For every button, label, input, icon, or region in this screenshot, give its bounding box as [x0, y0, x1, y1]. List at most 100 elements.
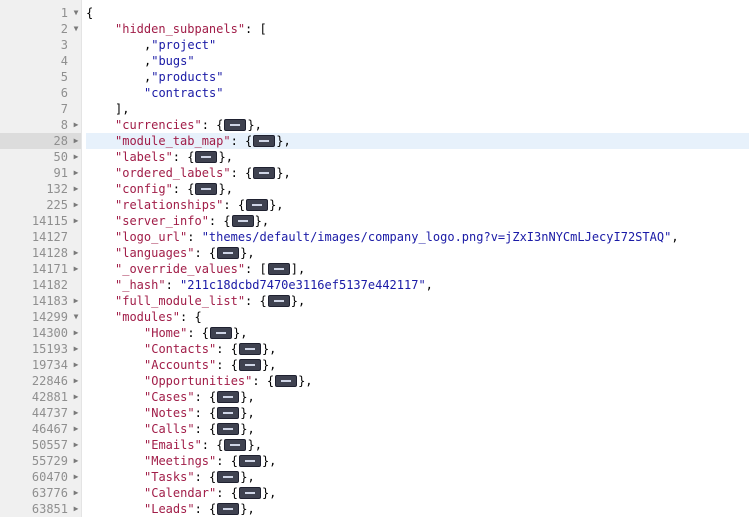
triangle-right-icon[interactable]: ▶ — [72, 469, 80, 485]
code-text[interactable]: "server_info": {}, — [86, 213, 749, 229]
code-line[interactable]: 15193 ▶ "Contacts": {}, — [0, 341, 749, 357]
ellipsis-icon[interactable] — [210, 326, 233, 339]
code-line[interactable]: 6 "contracts" — [0, 85, 749, 101]
triangle-right-icon[interactable]: ▶ — [72, 437, 80, 453]
code-line[interactable]: 50557 ▶ "Emails": {}, — [0, 437, 749, 453]
code-text[interactable]: "module_tab_map": {}, — [86, 133, 749, 149]
triangle-right-icon[interactable]: ▶ — [72, 405, 80, 421]
code-text[interactable]: "Calendar": {}, — [86, 485, 749, 501]
code-line[interactable]: 7], — [0, 101, 749, 117]
code-text[interactable]: "Notes": {}, — [86, 405, 749, 421]
code-text[interactable]: "modules": { — [86, 309, 749, 325]
ellipsis-icon[interactable] — [253, 166, 276, 179]
triangle-right-icon[interactable]: ▶ — [72, 341, 80, 357]
code-text[interactable]: "ordered_labels": {}, — [86, 165, 749, 181]
ellipsis-icon[interactable] — [224, 118, 247, 131]
code-text[interactable]: ,"products" — [86, 69, 749, 85]
code-text[interactable]: "relationships": {}, — [86, 197, 749, 213]
code-text[interactable]: "Cases": {}, — [86, 389, 749, 405]
code-line[interactable]: 14300 ▶ "Home": {}, — [0, 325, 749, 341]
code-line[interactable]: 50 ▶ "labels": {}, — [0, 149, 749, 165]
code-line[interactable]: 14128 ▶ "languages": {}, — [0, 245, 749, 261]
ellipsis-icon[interactable] — [275, 374, 298, 387]
ellipsis-icon[interactable] — [195, 150, 218, 163]
triangle-right-icon[interactable]: ▶ — [72, 213, 80, 229]
code-line[interactable]: 14182 "_hash": "211c18dcbd7470e3116ef5137… — [0, 277, 749, 293]
triangle-right-icon[interactable]: ▶ — [72, 373, 80, 389]
code-line[interactable]: 14171 ▶ "_override_values": [], — [0, 261, 749, 277]
json-editor[interactable]: 1 ▼{2 ▼ "hidden_subpanels": [3 ,"project" 4 ,"… — [0, 0, 749, 517]
code-line[interactable]: 8 ▶ "currencies": {}, — [0, 117, 749, 133]
code-text[interactable]: "Meetings": {}, — [86, 453, 749, 469]
ellipsis-icon[interactable] — [217, 390, 240, 403]
ellipsis-icon[interactable] — [217, 470, 240, 483]
code-line[interactable]: 225 ▶ "relationships": {}, — [0, 197, 749, 213]
code-line-active[interactable]: 28 ▶ "module_tab_map": {}, — [0, 133, 749, 149]
triangle-right-icon[interactable]: ▶ — [72, 453, 80, 469]
code-text[interactable]: "_hash": "211c18dcbd7470e3116ef5137e4421… — [86, 277, 749, 293]
code-line[interactable]: 4 ,"bugs" — [0, 53, 749, 69]
triangle-right-icon[interactable]: ▶ — [72, 165, 80, 181]
triangle-right-icon[interactable]: ▶ — [72, 261, 80, 277]
code-line[interactable]: 3 ,"project" — [0, 37, 749, 53]
code-text[interactable]: "Home": {}, — [86, 325, 749, 341]
code-line[interactable]: 22846 ▶ "Opportunities": {}, — [0, 373, 749, 389]
triangle-right-icon[interactable]: ▶ — [72, 389, 80, 405]
code-line[interactable]: 14127 "logo_url": "themes/default/images/… — [0, 229, 749, 245]
code-text[interactable]: { — [86, 5, 749, 21]
ellipsis-icon[interactable] — [253, 134, 276, 147]
code-text[interactable]: "config": {}, — [86, 181, 749, 197]
code-text[interactable]: "_override_values": [], — [86, 261, 749, 277]
triangle-down-icon[interactable]: ▼ — [72, 5, 80, 21]
triangle-right-icon[interactable]: ▶ — [72, 421, 80, 437]
triangle-right-icon[interactable]: ▶ — [72, 181, 80, 197]
ellipsis-icon[interactable] — [217, 422, 240, 435]
code-text[interactable]: ,"bugs" — [86, 53, 749, 69]
code-text[interactable]: "Tasks": {}, — [86, 469, 749, 485]
triangle-down-icon[interactable]: ▼ — [72, 21, 80, 37]
code-line[interactable]: 63851 ▶ "Leads": {}, — [0, 501, 749, 517]
ellipsis-icon[interactable] — [195, 182, 218, 195]
code-text[interactable]: "labels": {}, — [86, 149, 749, 165]
ellipsis-icon[interactable] — [224, 438, 247, 451]
code-line[interactable]: 55729 ▶ "Meetings": {}, — [0, 453, 749, 469]
code-line[interactable]: 63776 ▶ "Calendar": {}, — [0, 485, 749, 501]
ellipsis-icon[interactable] — [238, 454, 261, 467]
code-text[interactable]: "Calls": {}, — [86, 421, 749, 437]
code-text[interactable]: "logo_url": "themes/default/images/compa… — [86, 229, 749, 245]
code-line[interactable]: 5 ,"products" — [0, 69, 749, 85]
code-line[interactable]: 44737 ▶ "Notes": {}, — [0, 405, 749, 421]
code-line[interactable]: 1 ▼{ — [0, 5, 749, 21]
code-line[interactable]: 14183 ▶ "full_module_list": {}, — [0, 293, 749, 309]
ellipsis-icon[interactable] — [238, 342, 261, 355]
code-text[interactable]: "Accounts": {}, — [86, 357, 749, 373]
ellipsis-icon[interactable] — [267, 294, 290, 307]
ellipsis-icon[interactable] — [231, 214, 254, 227]
triangle-down-icon[interactable]: ▼ — [72, 309, 80, 325]
code-line[interactable]: 19734 ▶ "Accounts": {}, — [0, 357, 749, 373]
code-text[interactable]: "Emails": {}, — [86, 437, 749, 453]
triangle-right-icon[interactable]: ▶ — [72, 149, 80, 165]
code-line[interactable]: 132 ▶ "config": {}, — [0, 181, 749, 197]
code-text[interactable]: "Leads": {}, — [86, 501, 749, 517]
code-text[interactable]: ], — [86, 101, 749, 117]
code-line[interactable]: 14299 ▼ "modules": { — [0, 309, 749, 325]
triangle-right-icon[interactable]: ▶ — [72, 245, 80, 261]
code-text[interactable]: "currencies": {}, — [86, 117, 749, 133]
ellipsis-icon[interactable] — [238, 486, 261, 499]
code-text[interactable]: "Opportunities": {}, — [86, 373, 749, 389]
triangle-right-icon[interactable]: ▶ — [72, 357, 80, 373]
code-text[interactable]: "languages": {}, — [86, 245, 749, 261]
triangle-right-icon[interactable]: ▶ — [72, 325, 80, 341]
code-line[interactable]: 91 ▶ "ordered_labels": {}, — [0, 165, 749, 181]
triangle-right-icon[interactable]: ▶ — [72, 197, 80, 213]
ellipsis-icon[interactable] — [238, 358, 261, 371]
code-text[interactable]: "full_module_list": {}, — [86, 293, 749, 309]
ellipsis-icon[interactable] — [217, 502, 240, 515]
code-text[interactable]: "contracts" — [86, 85, 749, 101]
ellipsis-icon[interactable] — [217, 406, 240, 419]
ellipsis-icon[interactable] — [217, 246, 240, 259]
ellipsis-icon[interactable] — [267, 262, 290, 275]
code-text[interactable]: "Contacts": {}, — [86, 341, 749, 357]
code-line[interactable]: 46467 ▶ "Calls": {}, — [0, 421, 749, 437]
